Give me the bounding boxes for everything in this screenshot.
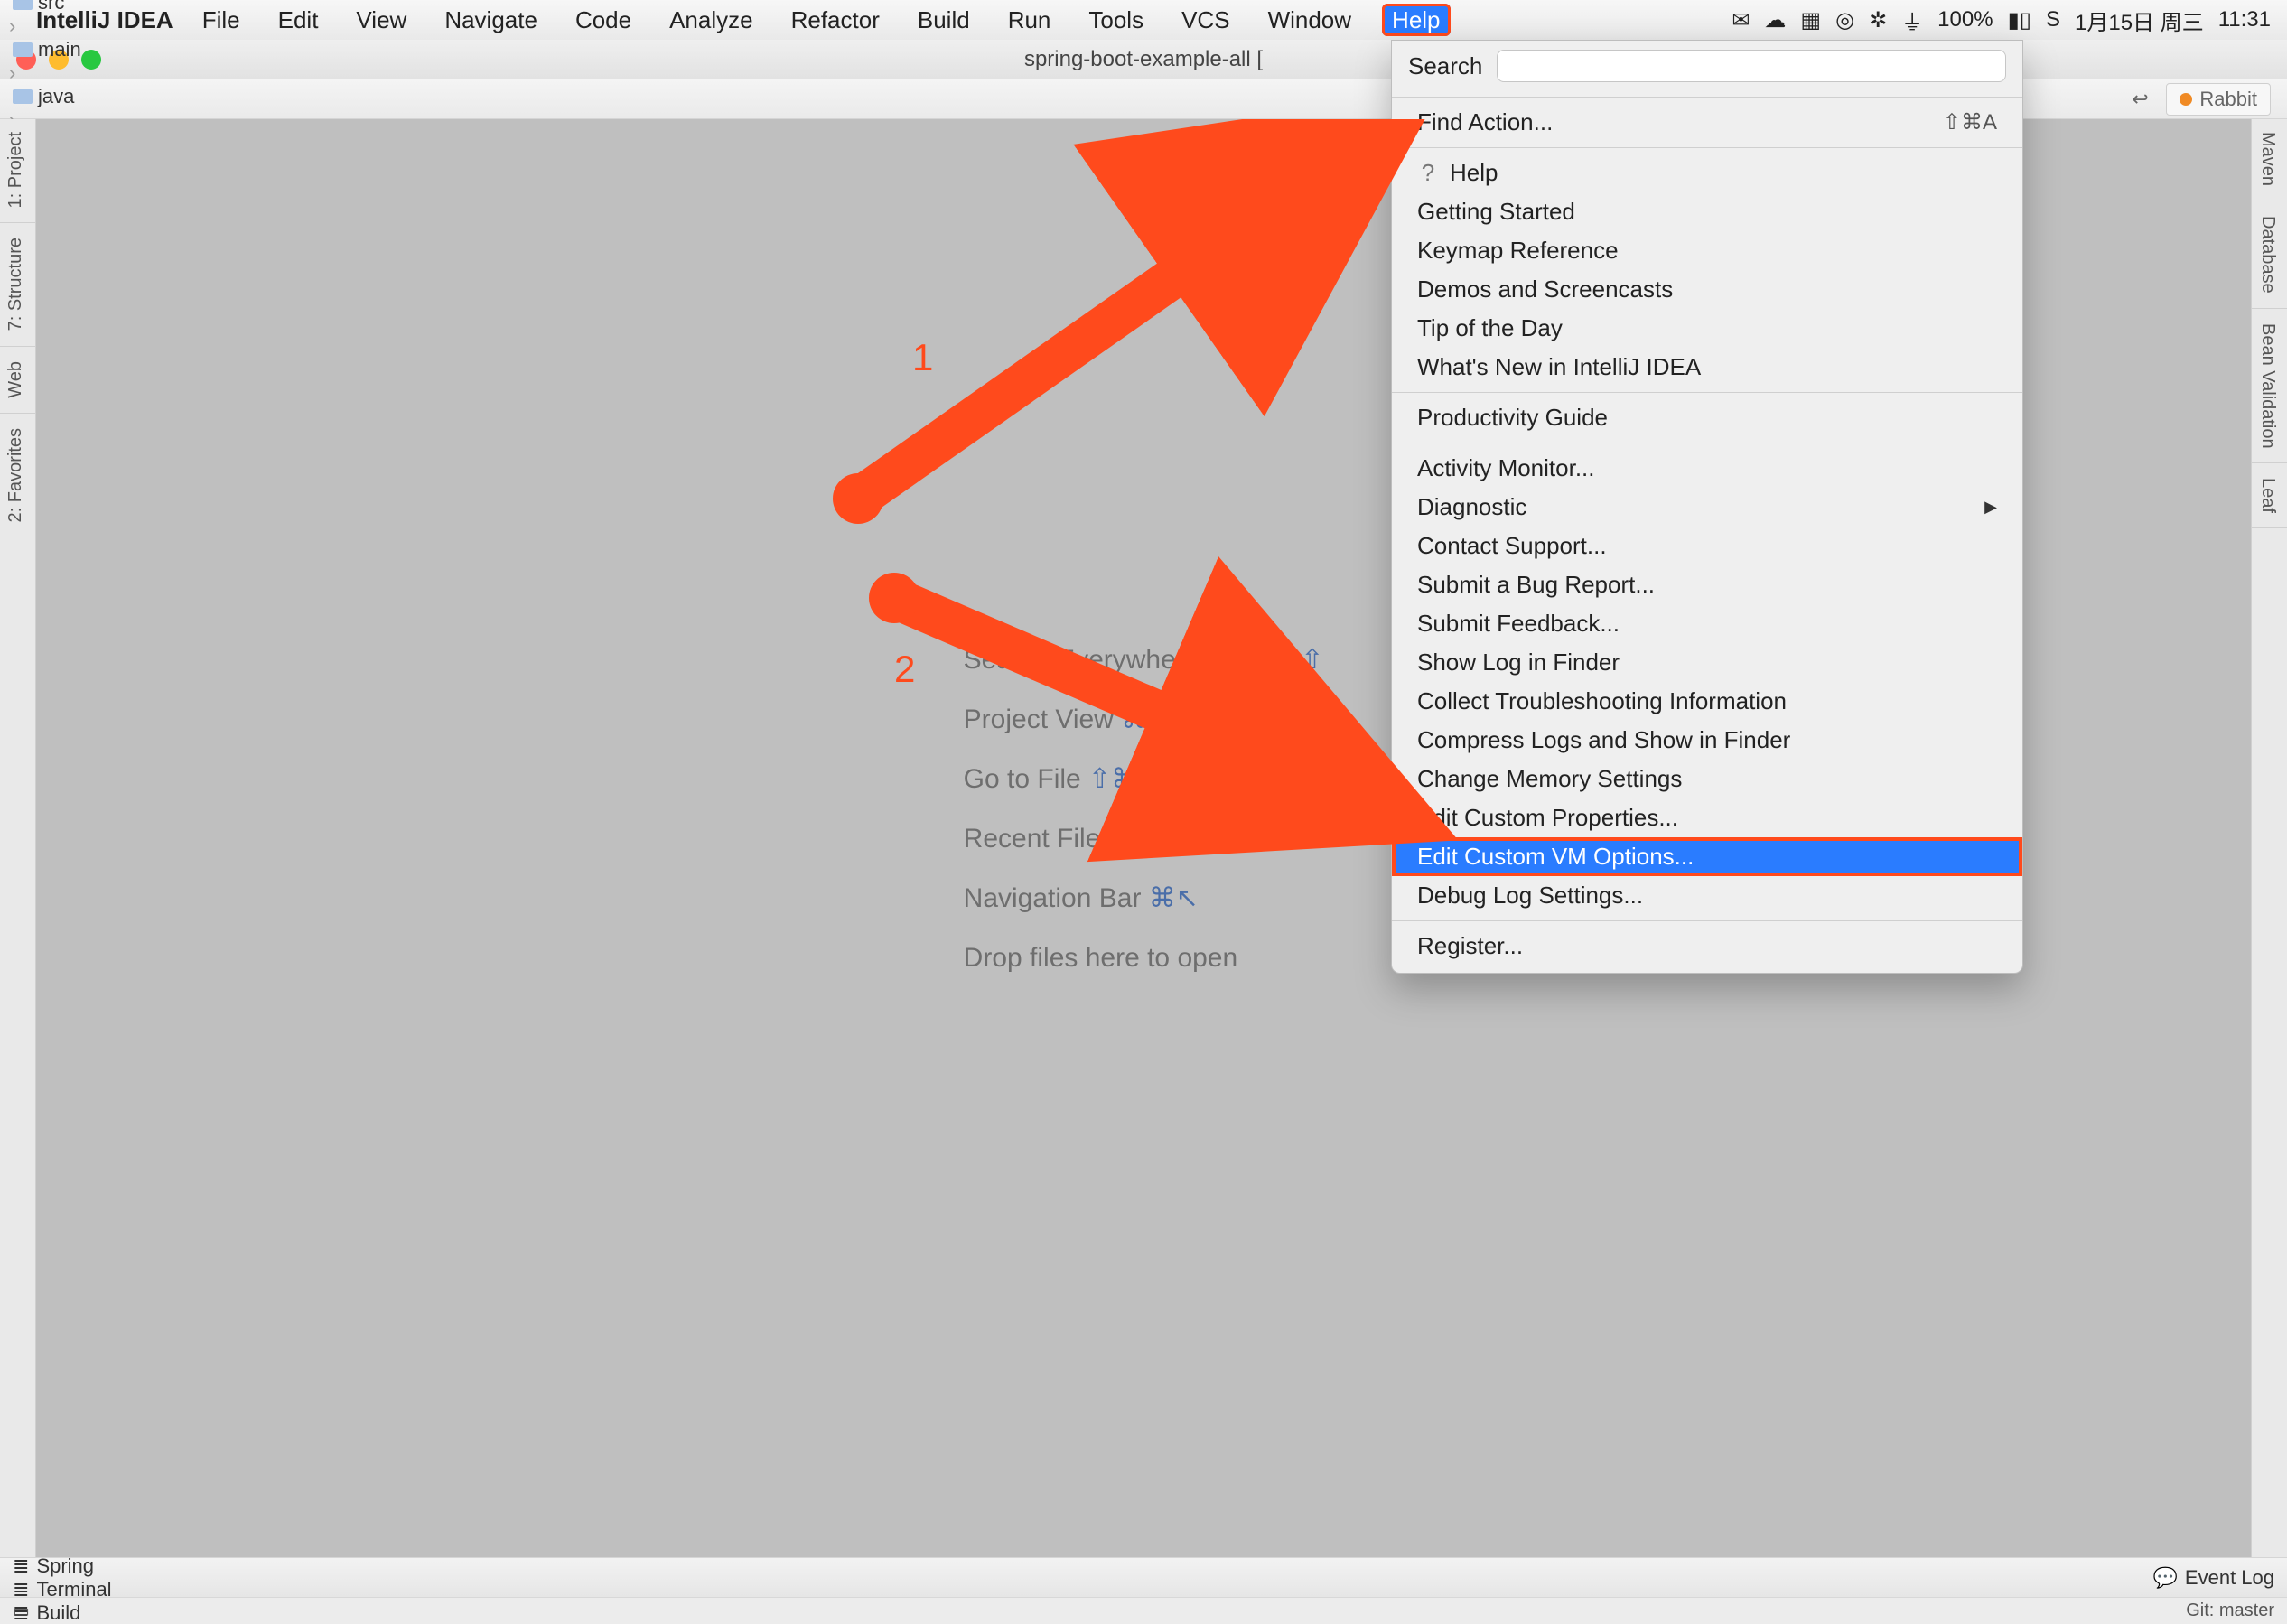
help-dropdown-menu[interactable]: Search Find Action...⇧⌘A ?HelpGetting Sta… — [1391, 40, 2023, 974]
breadcrumb-item[interactable]: src — [5, 0, 248, 14]
right-tool-rail[interactable]: Maven Database Bean ValidationLeaf — [2251, 119, 2287, 1557]
menu-refactor[interactable]: Refactor — [784, 5, 887, 35]
back-icon[interactable]: ↩ — [2128, 88, 2152, 111]
tool-window-tab[interactable]: Bean Validation — [2252, 311, 2283, 462]
event-log-button[interactable]: 💬 Event Log — [2153, 1566, 2274, 1590]
annotation-number-1: 1 — [912, 336, 933, 379]
menu-view[interactable]: View — [349, 5, 414, 35]
help-menu-item[interactable]: ?Help — [1392, 154, 2022, 192]
tool-icon: ≣ — [13, 1554, 29, 1578]
help-search-label: Search — [1408, 52, 1482, 80]
run-config-chip[interactable]: Rabbit — [2166, 83, 2271, 116]
battery-icon: ▮▯ — [2008, 7, 2031, 33]
folder-icon — [13, 42, 33, 57]
help-menu-item[interactable]: Change Memory Settings — [1392, 760, 2022, 798]
menubar-date: 1月15日 周三 — [2075, 5, 2204, 36]
folder-icon — [13, 89, 33, 104]
help-menu-item[interactable]: Demos and Screencasts — [1392, 270, 2022, 309]
help-menu-item[interactable]: Compress Logs and Show in Finder — [1392, 721, 2022, 760]
help-menu-item[interactable]: Activity Monitor... — [1392, 449, 2022, 488]
status-icon: ▭ — [13, 1600, 30, 1622]
help-menu-item[interactable]: Debug Log Settings... — [1392, 876, 2022, 915]
welcome-hint: Drop files here to open — [964, 929, 1324, 988]
menu-analyze[interactable]: Analyze — [662, 5, 761, 35]
status-bar: ▭ Git: master — [0, 1597, 2287, 1624]
shortcut-label: ⇧⌘A — [1943, 109, 1997, 135]
tool-window-tab[interactable]: Maven — [2252, 119, 2283, 199]
help-menu-item[interactable]: Getting Started — [1392, 192, 2022, 231]
help-menu-item[interactable]: Collect Troubleshooting Information — [1392, 682, 2022, 721]
welcome-hint: Recent Files ⌘E — [964, 809, 1324, 869]
help-menu-item[interactable]: Show Log in Finder — [1392, 643, 2022, 682]
menu-navigate[interactable]: Navigate — [437, 5, 545, 35]
tray-icon: ✉ — [1732, 7, 1750, 33]
help-menu-item[interactable]: Submit Feedback... — [1392, 604, 2022, 643]
bottom-tool-button[interactable]: ≣Build — [13, 1601, 194, 1624]
window-title: spring-boot-example-all [ — [1024, 47, 1263, 72]
menu-vcs[interactable]: VCS — [1174, 5, 1237, 35]
help-icon: ? — [1417, 159, 1439, 187]
left-tool-rail[interactable]: 1: Project 7: Structure Web 2: Favorites — [0, 119, 36, 1557]
tool-window-tab[interactable]: 1: Project — [0, 119, 32, 220]
menubar-time: 11:31 — [2218, 7, 2271, 33]
bottom-tool-strip: ≣6: TODO≣9: Version Control≣Spring≣Termi… — [0, 1557, 2287, 1597]
welcome-hint: Go to File ⇧⌘N — [964, 750, 1324, 809]
menu-help[interactable]: Help — [1382, 4, 1450, 36]
breadcrumb-item[interactable]: java — [5, 85, 248, 108]
bottom-tool-button[interactable]: ≣Terminal — [13, 1578, 194, 1601]
system-tray: ✉ ☁ ▦ ◎ ✲ ⏚ 100% ▮▯ S 1月15日 周三 11:31 — [1732, 5, 2271, 36]
battery-percent: 100% — [1937, 7, 1993, 33]
help-menu-item[interactable]: Edit Custom Properties... — [1392, 798, 2022, 837]
help-menu-item[interactable]: Register... — [1392, 927, 2022, 966]
help-menu-item[interactable]: Submit a Bug Report... — [1392, 565, 2022, 604]
annotation-number-2: 2 — [894, 648, 915, 691]
menu-edit[interactable]: Edit — [271, 5, 326, 35]
menu-separator — [1392, 147, 2022, 148]
tool-window-tab[interactable]: Database — [2252, 203, 2283, 306]
mac-menubar: IntelliJ IDEA FileEditViewNavigateCodeAn… — [0, 0, 2287, 40]
help-search-input[interactable] — [1497, 50, 2006, 82]
tool-window-tab[interactable]: Web — [0, 349, 32, 411]
help-menu-item[interactable]: Productivity Guide — [1392, 398, 2022, 437]
menu-separator — [1392, 920, 2022, 921]
help-menu-item[interactable]: Edit Custom VM Options... — [1392, 837, 2022, 876]
welcome-hint: Navigation Bar ⌘↖ — [964, 869, 1324, 929]
welcome-hint: Project View ⌘1 — [964, 690, 1324, 750]
tray-icon: ▦ — [1800, 7, 1821, 33]
tray-icon: ✲ — [1869, 7, 1887, 33]
tool-window-tab[interactable]: Leaf — [2252, 465, 2283, 526]
chevron-right-icon: › — [5, 14, 19, 37]
help-menu-item[interactable]: What's New in IntelliJ IDEA — [1392, 348, 2022, 387]
wifi-icon: ⏚ — [1901, 5, 1923, 36]
tray-icon: ☁ — [1764, 7, 1786, 33]
run-config-label: Rabbit — [2199, 88, 2257, 111]
menu-code[interactable]: Code — [568, 5, 639, 35]
tool-window-tab[interactable]: 2: Favorites — [0, 415, 32, 535]
help-menu-item[interactable]: Find Action...⇧⌘A — [1392, 103, 2022, 142]
git-branch[interactable]: Git: master — [2186, 1601, 2274, 1621]
tray-icon: ◎ — [1835, 7, 1854, 33]
welcome-hints: Search Everywhere Double ⇧Project View ⌘… — [964, 630, 1324, 988]
folder-icon — [13, 0, 33, 10]
tool-window-tab[interactable]: 7: Structure — [0, 225, 32, 343]
tool-icon: ≣ — [13, 1578, 29, 1601]
chevron-right-icon: › — [5, 61, 19, 84]
welcome-hint: Search Everywhere Double ⇧ — [964, 630, 1324, 690]
bottom-tool-button[interactable]: ≣Spring — [13, 1554, 194, 1578]
menu-window[interactable]: Window — [1261, 5, 1358, 35]
tray-icon: S — [2046, 7, 2060, 33]
event-log-icon: 💬 — [2153, 1566, 2178, 1590]
menu-tools[interactable]: Tools — [1081, 5, 1151, 35]
menu-separator — [1392, 392, 2022, 393]
help-menu-item[interactable]: Diagnostic — [1392, 488, 2022, 527]
breadcrumb-item[interactable]: main — [5, 38, 248, 61]
menu-build[interactable]: Build — [910, 5, 977, 35]
menu-run[interactable]: Run — [1001, 5, 1059, 35]
help-menu-item[interactable]: Tip of the Day — [1392, 309, 2022, 348]
run-config-icon — [2180, 93, 2192, 106]
help-menu-item[interactable]: Contact Support... — [1392, 527, 2022, 565]
help-menu-item[interactable]: Keymap Reference — [1392, 231, 2022, 270]
